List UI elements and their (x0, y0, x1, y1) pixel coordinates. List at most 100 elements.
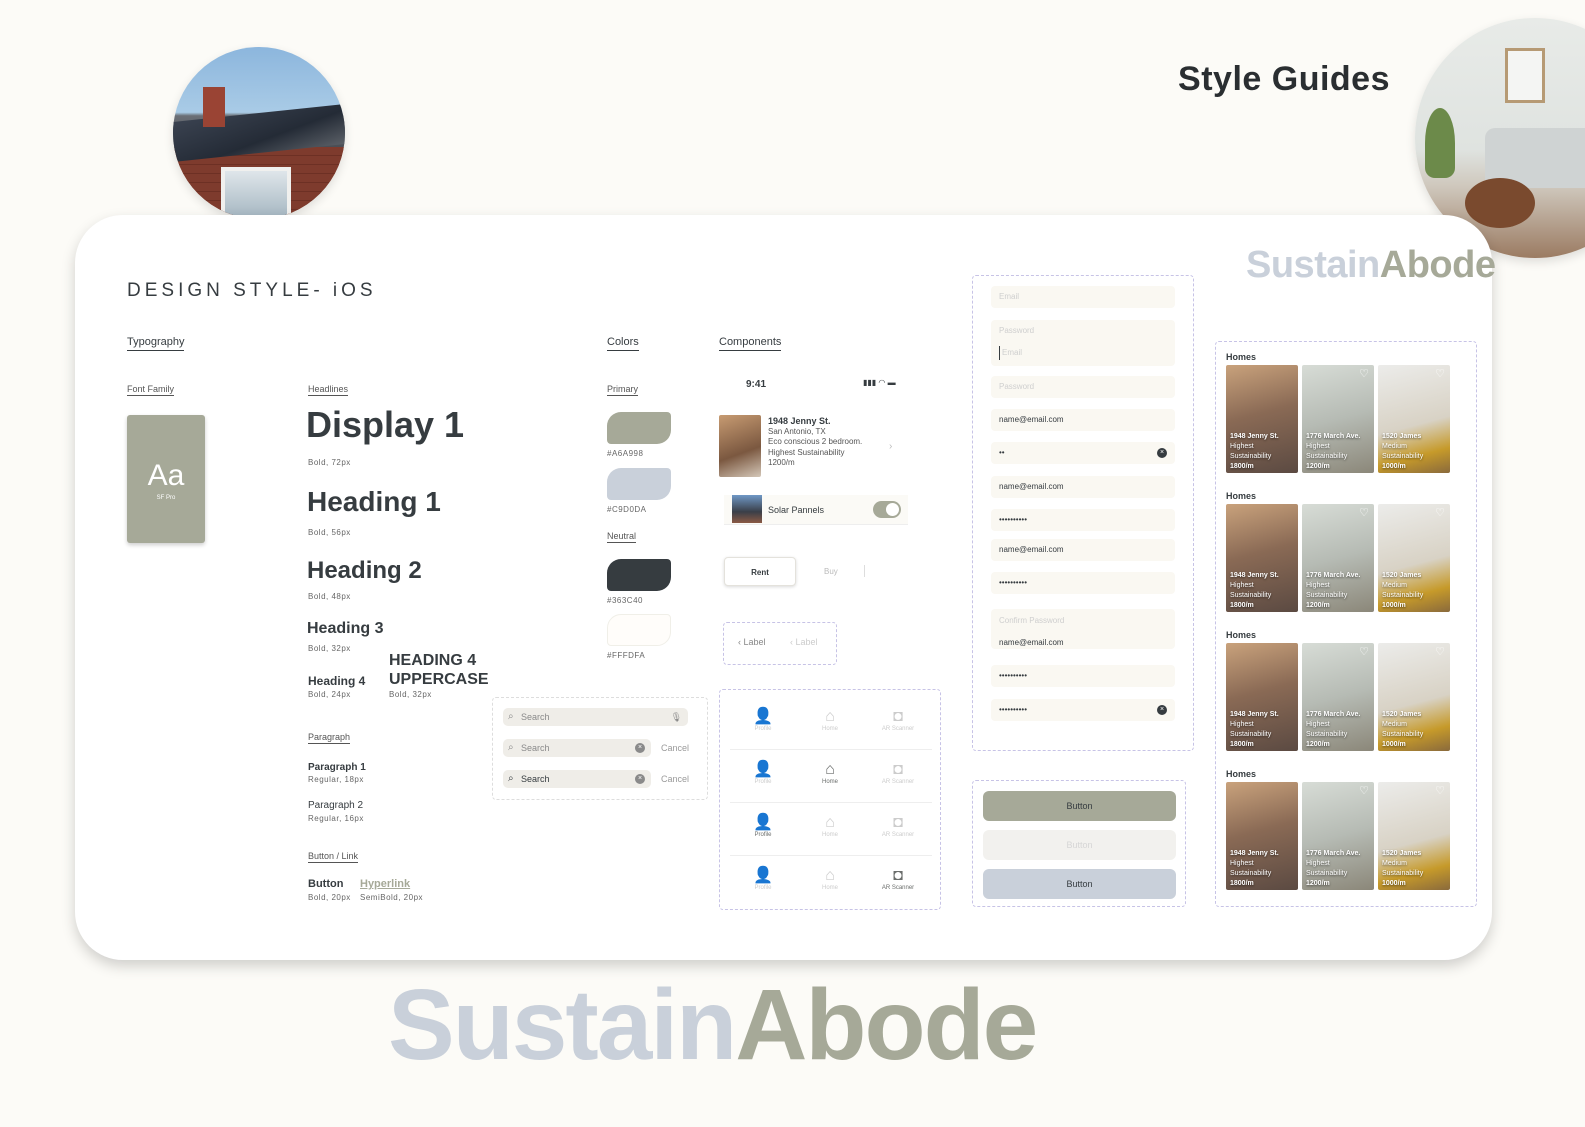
heart-icon[interactable]: ♡ (1435, 784, 1445, 797)
solar-panel-thumbnail (732, 495, 762, 523)
tab-home[interactable]: ⌂ Home (805, 867, 855, 891)
scanner-icon: ◘ (893, 867, 903, 884)
password-field[interactable]: •••••••••• (991, 572, 1175, 594)
color-swatch-neutral-1 (607, 559, 671, 591)
secondary-button[interactable]: Button (983, 869, 1176, 899)
home-card[interactable]: ♡ 1776 March Ave. Highest Sustainability 12… (1302, 782, 1374, 890)
homes-title: Homes (1226, 769, 1257, 779)
password-field[interactable]: •• × (991, 442, 1175, 464)
disabled-button: Button (983, 830, 1176, 860)
back-button-disabled: ‹ Label (790, 637, 818, 647)
segment-rent[interactable]: Rent (724, 557, 796, 586)
heading1-sample: Heading 1 (307, 486, 441, 517)
tab-bar-examples: 👤 Profile ⌂ Home ◘ AR Scanner 👤 Profile ⌂ Hom… (719, 689, 941, 910)
heading4-meta: Bold, 24px (308, 690, 351, 699)
cancel-button[interactable]: Cancel (661, 743, 689, 753)
back-button-examples: ‹ Label ‹ Label (723, 622, 837, 665)
heading3-sample: Heading 3 (307, 620, 384, 637)
paragraph2-sample: Paragraph 2 (308, 800, 364, 811)
heart-icon[interactable]: ♡ (1359, 645, 1369, 658)
email-field[interactable]: name@email.com (991, 539, 1175, 561)
homes-title: Homes (1226, 491, 1257, 501)
cancel-button[interactable]: Cancel (661, 774, 689, 784)
solar-panels-toggle[interactable] (873, 501, 901, 518)
homes-title: Homes (1226, 630, 1257, 640)
typography-section-label: Typography (127, 336, 185, 351)
tab-bar: 👤 Profile ⌂ Home ◘ AR Scanner (730, 804, 932, 856)
search-input[interactable]: ⌕ Search 🎙 (503, 708, 688, 726)
password-field[interactable]: •••••••••• × (991, 699, 1175, 721)
tab-ar-scanner[interactable]: ◘ AR Scanner (873, 814, 923, 838)
email-field[interactable]: name@email.com (991, 476, 1175, 498)
tab-ar-scanner[interactable]: ◘ AR Scanner (873, 761, 923, 785)
hyperlink-sample[interactable]: Hyperlink (360, 878, 410, 890)
form-field-examples: Email Password Email Password name@email… (972, 275, 1194, 751)
tab-profile-active[interactable]: 👤 Profile (738, 814, 788, 838)
password-field[interactable]: •••••••••• (991, 665, 1175, 687)
home-card[interactable]: ♡ 1520 James Medium Sustainability 1000/m (1378, 504, 1450, 612)
password-field[interactable]: Password (991, 376, 1175, 398)
search-icon: ⌕ (508, 742, 514, 753)
email-field[interactable]: name@email.com (991, 409, 1175, 431)
home-card[interactable]: ♡ 1776 March Ave. Highest Sustainability 12… (1302, 365, 1374, 473)
heart-icon[interactable]: ♡ (1359, 784, 1369, 797)
heart-icon[interactable]: ♡ (1359, 367, 1369, 380)
confirm-password-field[interactable]: Confirm Password name@email.com (991, 609, 1175, 649)
search-input-focused[interactable]: ⌕ Search × (503, 739, 651, 757)
hyperlink-meta: SemiBold, 20px (360, 893, 424, 902)
tab-home[interactable]: ⌂ Home (805, 708, 855, 732)
segmented-control: Rent Buy (724, 557, 884, 587)
home-card[interactable]: ♡ 1776 March Ave. Highest Sustainability 12… (1302, 643, 1374, 751)
home-card[interactable]: 1948 Jenny St. Highest Sustainability 1800/… (1226, 643, 1298, 751)
search-input-typed[interactable]: ⌕ Search × (503, 770, 651, 788)
tab-home-active[interactable]: ⌂ Home (805, 761, 855, 785)
home-card[interactable]: ♡ 1776 March Ave. Highest Sustainability 12… (1302, 504, 1374, 612)
person-icon: 👤 (753, 708, 773, 725)
scanner-icon: ◘ (893, 761, 903, 778)
back-button[interactable]: ‹ Label (738, 637, 766, 647)
heading4-sample: Heading 4 (308, 674, 366, 688)
heart-icon[interactable]: ♡ (1435, 367, 1445, 380)
tab-home[interactable]: ⌂ Home (805, 814, 855, 838)
email-field[interactable]: Email (991, 286, 1175, 308)
heading2-meta: Bold, 48px (308, 592, 351, 601)
home-card[interactable]: 1948 Jenny St. Highest Sustainability 1800/… (1226, 782, 1298, 890)
color-hex-neutral-1: #363C40 (607, 596, 643, 605)
tab-ar-scanner[interactable]: ◘ AR Scanner (873, 708, 923, 732)
home-card[interactable]: ♡ 1520 James Medium Sustainability 1000/m (1378, 782, 1450, 890)
heading4-uppercase-sample: HEADING 4 UPPERCASE (389, 652, 489, 689)
clear-icon[interactable]: × (1157, 705, 1167, 715)
person-icon: 👤 (753, 814, 773, 831)
clear-icon[interactable]: × (635, 774, 645, 784)
listing-title: 1948 Jenny St. (768, 416, 831, 426)
homes-title: Homes (1226, 352, 1257, 362)
heart-icon[interactable]: ♡ (1359, 506, 1369, 519)
components-section-label: Components (719, 336, 782, 351)
primary-button[interactable]: Button (983, 791, 1176, 821)
home-card[interactable]: ♡ 1520 James Medium Sustainability 1000/m (1378, 365, 1450, 473)
home-card[interactable]: ♡ 1520 James Medium Sustainability 1000/m (1378, 643, 1450, 751)
password-field[interactable]: Password Email (991, 320, 1175, 366)
button-examples: Button Button Button (972, 780, 1186, 907)
status-bar-icons: ▮▮▮ ◠ ▬ (863, 378, 896, 387)
search-icon: ⌕ (508, 773, 514, 784)
tab-profile[interactable]: 👤 Profile (738, 761, 788, 785)
heart-icon[interactable]: ♡ (1435, 645, 1445, 658)
listing-row[interactable]: 1948 Jenny St. San Antonio, TX Eco consc… (719, 415, 909, 479)
design-style-title: DESIGN STYLE- iOS (127, 280, 377, 301)
home-card[interactable]: 1948 Jenny St. Highest Sustainability 1800/… (1226, 365, 1298, 473)
microphone-icon[interactable]: 🎙 (671, 708, 682, 726)
tab-profile[interactable]: 👤 Profile (738, 708, 788, 732)
home-card[interactable]: 1948 Jenny St. Highest Sustainability 1800/… (1226, 504, 1298, 612)
segment-buy[interactable]: Buy (824, 557, 838, 586)
clear-icon[interactable]: × (635, 743, 645, 753)
tab-ar-scanner-active[interactable]: ◘ AR Scanner (873, 867, 923, 891)
heart-icon[interactable]: ♡ (1435, 506, 1445, 519)
paragraph1-meta: Regular, 18px (308, 775, 364, 784)
page-title: Style Guides (1178, 60, 1390, 98)
tab-profile[interactable]: 👤 Profile (738, 867, 788, 891)
brand-logo-large: SustainAbode (388, 969, 1038, 1081)
password-field[interactable]: •••••••••• (991, 509, 1175, 531)
color-hex-primary-1: #A6A998 (607, 449, 644, 458)
clear-icon[interactable]: × (1157, 448, 1167, 458)
